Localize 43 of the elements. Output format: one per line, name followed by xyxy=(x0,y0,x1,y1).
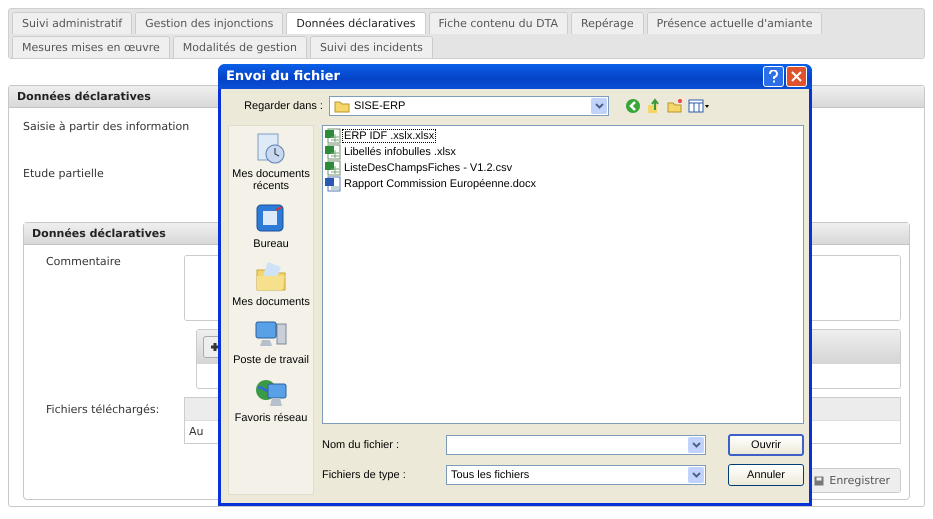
table-cell-text: Au xyxy=(188,424,204,440)
field-label: Etude partielle xyxy=(23,167,104,180)
filename-label: Nom du fichier : xyxy=(322,439,400,451)
file-item[interactable]: Rapport Commission Européenne.docx xyxy=(343,178,537,190)
file-item[interactable]: ListeDesChampsFiches - V1.2.csv xyxy=(343,162,514,174)
help-button[interactable] xyxy=(763,66,784,87)
tab[interactable]: Suivi administratif xyxy=(12,12,132,34)
files-label: Fichiers téléchargés: xyxy=(45,402,160,416)
filetype-dropdown[interactable]: Tous les fichiers xyxy=(446,465,706,485)
tab[interactable]: Présence actuelle d'amiante xyxy=(646,12,822,34)
tab[interactable]: Gestion des injonctions xyxy=(135,12,284,34)
filename-field[interactable] xyxy=(446,435,706,455)
intro-text: Saisie à partir des information xyxy=(23,120,190,133)
spreadsheet-file-icon xyxy=(325,128,341,144)
dialog-title: Envoi du fichier xyxy=(226,69,341,84)
help-icon xyxy=(769,70,778,83)
file-item[interactable]: ERP IDF .xslx.xlsx xyxy=(343,130,436,142)
close-button[interactable] xyxy=(786,66,807,87)
look-in-dropdown[interactable]: SISE-ERP xyxy=(329,96,609,116)
document-file-icon xyxy=(325,176,341,192)
tab[interactable]: Modalités de gestion xyxy=(172,36,307,58)
folder-icon xyxy=(334,100,350,112)
place-item[interactable]: Favoris réseau xyxy=(234,376,308,424)
cancel-button[interactable]: Annuler xyxy=(728,464,804,486)
plus-icon xyxy=(210,342,220,352)
place-item[interactable]: Poste de travail xyxy=(233,318,309,366)
open-button[interactable]: Ouvrir xyxy=(728,434,804,456)
close-icon xyxy=(791,71,802,82)
tab[interactable]: Fiche contenu du DTA xyxy=(428,12,568,34)
tab[interactable]: Mesures mises en œuvre xyxy=(12,36,170,58)
filetype-label: Fichiers de type : xyxy=(322,469,407,481)
file-item[interactable]: Libellés infobulles .xlsx xyxy=(343,146,457,158)
tab[interactable]: Données déclaratives xyxy=(286,12,426,34)
floppy-icon xyxy=(814,476,824,486)
spreadsheet-file-icon xyxy=(325,144,341,160)
comment-label: Commentaire xyxy=(45,255,122,268)
spreadsheet-file-icon xyxy=(325,160,341,176)
tab[interactable]: Repérage xyxy=(570,12,644,34)
new-folder-icon[interactable] xyxy=(667,98,683,114)
tab[interactable]: Suivi des incidents xyxy=(310,36,433,58)
view-menu-icon[interactable] xyxy=(688,98,710,114)
place-item[interactable]: Mes documents xyxy=(232,260,310,308)
place-item[interactable]: Mes documents récents xyxy=(229,132,313,192)
